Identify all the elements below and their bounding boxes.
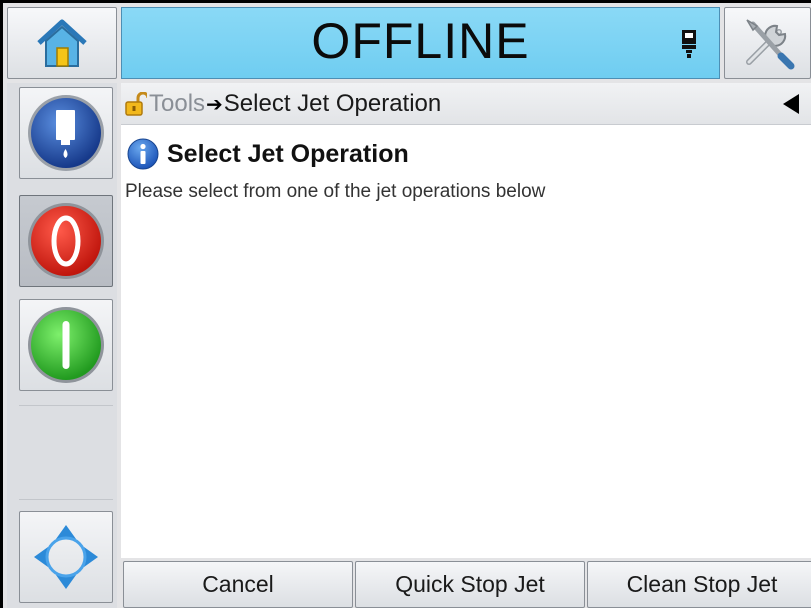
tools-icon: [745, 19, 794, 70]
left-toolbar: [7, 83, 117, 608]
ink-system-button[interactable]: [19, 87, 113, 179]
breadcrumb-current: Select Jet Operation: [223, 90, 442, 117]
toolbar-divider: [19, 499, 113, 500]
home-button[interactable]: [7, 7, 117, 79]
breadcrumb-separator: ➔: [206, 93, 223, 116]
navigation-button[interactable]: [19, 511, 113, 603]
stop-jet-button[interactable]: [19, 195, 113, 287]
breadcrumb-tools[interactable]: Tools: [149, 90, 205, 118]
printhead-icon: [682, 30, 696, 58]
status-bar: OFFLINE: [121, 7, 720, 79]
ink-system-icon: [28, 95, 104, 171]
breadcrumb-bar: Tools ➔ Select Jet Operation: [121, 83, 811, 125]
stop-jet-icon: [28, 203, 104, 279]
start-jet-button[interactable]: [19, 299, 113, 391]
breadcrumb: Tools ➔ Select Jet Operation: [125, 90, 441, 118]
printer-status: OFFLINE: [311, 13, 530, 69]
main-panel: Tools ➔ Select Jet Operation Select Jet …: [121, 83, 811, 558]
cancel-button[interactable]: Cancel: [123, 561, 353, 608]
lock-icon: [125, 92, 147, 116]
printer-screen: OFFLINE Tools ➔ Select Jet Operation Sel…: [3, 3, 811, 608]
info-icon: [127, 138, 159, 170]
toolbar-divider: [19, 405, 113, 406]
action-bar: Cancel Quick Stop Jet Clean Stop Jet: [121, 558, 811, 608]
instruction-text: Please select from one of the jet operat…: [125, 181, 546, 202]
page-title: Select Jet Operation: [167, 139, 409, 168]
back-triangle-icon[interactable]: [783, 94, 799, 114]
page-heading: Select Jet Operation: [127, 138, 409, 170]
quick-stop-jet-button[interactable]: Quick Stop Jet: [355, 561, 585, 608]
tools-button[interactable]: [724, 7, 811, 79]
start-jet-icon: [28, 307, 104, 383]
home-icon: [37, 19, 87, 67]
clean-stop-jet-button[interactable]: Clean Stop Jet: [587, 561, 811, 608]
navigation-icon: [34, 525, 98, 589]
